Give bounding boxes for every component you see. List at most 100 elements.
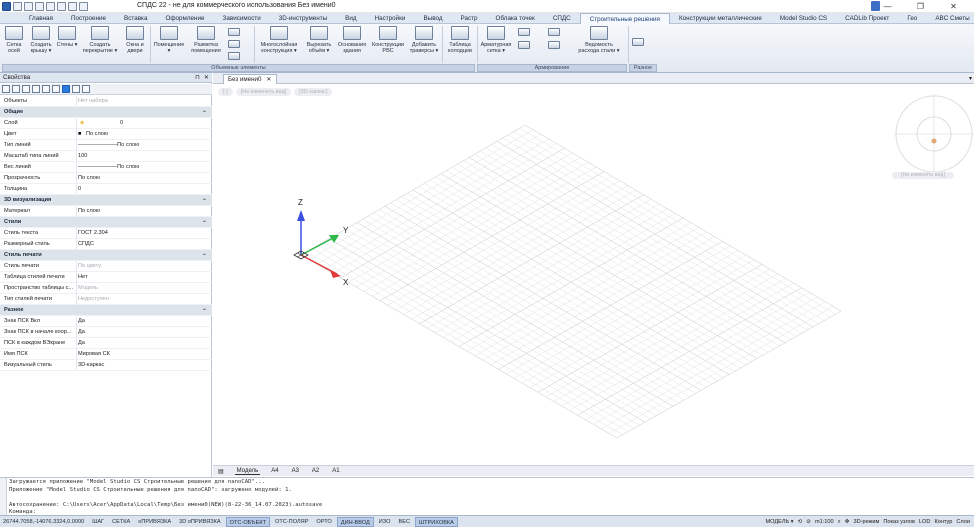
command-window-grip[interactable]: [0, 478, 7, 516]
model-space-dropdown[interactable]: МОДЕЛЬ ▾: [765, 519, 793, 525]
view-pill[interactable]: [Не изменить вид]: [235, 88, 292, 96]
add-traverses-button[interactable]: Добавить траверсы ▾: [408, 26, 440, 54]
lock-icon[interactable]: ⊘: [806, 519, 811, 525]
property-value[interactable]: ———————По слою: [78, 140, 139, 151]
layout-tab-model[interactable]: Модель: [234, 468, 261, 475]
tab-dropdown-icon[interactable]: ▾: [969, 75, 972, 82]
close-window-button[interactable]: ✕: [937, 1, 970, 12]
viewcube-label[interactable]: [Не изменить вид]: [892, 172, 954, 179]
property-value[interactable]: ГОСТ 2.304: [78, 228, 108, 239]
model-space-canvas[interactable]: Z Y X: [213, 84, 974, 465]
toggle-lineweight[interactable]: ВЕС: [395, 517, 413, 527]
property-section-header[interactable]: Стиль печати −: [0, 250, 212, 261]
create-slab-button[interactable]: Создать перекрытие ▾: [80, 26, 120, 54]
property-row[interactable]: Имя ПСК Мировая СК: [0, 349, 212, 360]
property-row[interactable]: Размерный стиль СПДС: [0, 239, 212, 250]
tab-point-clouds[interactable]: Облака точек: [487, 13, 544, 24]
property-row[interactable]: Стиль печати По цвету: [0, 261, 212, 272]
toggle-ortho[interactable]: ОРТО: [313, 517, 334, 527]
filter-icon[interactable]: [32, 85, 40, 93]
properties-icon[interactable]: [52, 85, 60, 93]
maximize-button[interactable]: ❐: [904, 1, 937, 12]
open-file-icon[interactable]: [24, 2, 33, 11]
property-value[interactable]: Мировая СК: [78, 349, 110, 360]
tab-spds[interactable]: СПДС: [544, 13, 580, 24]
new-file-icon[interactable]: [13, 2, 22, 11]
property-row[interactable]: Материал По слою: [0, 206, 212, 217]
windows-doors-button[interactable]: Окна и двери: [122, 26, 148, 54]
property-section-header[interactable]: Разное −: [0, 305, 212, 316]
mode-3d-toggle[interactable]: 3D-режим: [853, 519, 879, 525]
layout-tab-a4[interactable]: A4: [269, 468, 280, 474]
rvs-structures-button[interactable]: Конструкции РВС: [370, 26, 406, 54]
toggle-polar[interactable]: ОТС-ПОЛЯР: [272, 517, 311, 527]
small-tool-icon[interactable]: [228, 40, 240, 48]
property-row[interactable]: Цвет ■ По слою: [0, 129, 212, 140]
collapse-icon[interactable]: −: [203, 305, 206, 316]
rebar-tool-icon[interactable]: [548, 28, 560, 36]
tab-output[interactable]: Вывод: [414, 13, 451, 24]
quick-select-icon[interactable]: [2, 85, 10, 93]
create-roof-button[interactable]: Создать крышу ▾: [28, 26, 54, 54]
layout-tab-a1[interactable]: A1: [330, 468, 341, 474]
viewport-menu-pill[interactable]: [-]: [218, 88, 233, 96]
pan-icon[interactable]: ✥: [845, 519, 850, 525]
wells-table-button[interactable]: Таблица колодцев: [445, 26, 475, 54]
property-row[interactable]: Толщина 0: [0, 184, 212, 195]
layout-tab-a2[interactable]: A2: [310, 468, 321, 474]
property-value[interactable]: По слою: [78, 206, 100, 217]
tab-view[interactable]: Вид: [336, 13, 365, 24]
property-section-header[interactable]: Стили −: [0, 217, 212, 228]
toggle-hatch[interactable]: ШТРИХОВКА: [415, 516, 458, 527]
tab-annotate[interactable]: Оформление: [156, 13, 213, 24]
tab-building-solutions[interactable]: Строительные решения: [579, 12, 670, 24]
close-icon[interactable]: ✕: [204, 73, 209, 83]
expand-icon[interactable]: [62, 85, 70, 93]
rebar-line-icon[interactable]: [518, 28, 530, 36]
drawing-viewport[interactable]: Z Y X [-] [Не изменить вид] [3D-каркас] …: [213, 84, 974, 465]
property-row[interactable]: Визуальный стиль 3D-каркас: [0, 360, 212, 371]
tab-draw[interactable]: Построение: [62, 13, 115, 24]
document-tab[interactable]: Без имени0 ✕: [223, 74, 277, 84]
sort-icon[interactable]: [42, 85, 50, 93]
clear-icon[interactable]: [72, 85, 80, 93]
walls-button[interactable]: Стены ▾: [56, 26, 78, 48]
toggle-iso[interactable]: ИЗО: [376, 517, 394, 527]
collapse-icon[interactable]: −: [203, 195, 206, 206]
visual-style-pill[interactable]: [3D-каркас]: [294, 88, 333, 96]
undo-icon[interactable]: [57, 2, 66, 11]
tab-model-studio[interactable]: Model Studio CS: [771, 13, 836, 24]
rebar-mesh-button[interactable]: Арматурная сетка ▾: [479, 26, 513, 54]
print-icon[interactable]: [79, 2, 88, 11]
property-value[interactable]: 3D-каркас: [78, 360, 104, 371]
steel-consumption-button[interactable]: Ведомость расхода стали ▾: [576, 26, 622, 54]
property-value[interactable]: 100: [78, 151, 87, 162]
property-value[interactable]: Нет: [78, 272, 88, 283]
lod-toggle[interactable]: LOD: [919, 519, 931, 525]
small-tool-icon[interactable]: [228, 28, 240, 36]
property-row[interactable]: Пространство таблицы с... Модель: [0, 283, 212, 294]
toggle-pickadd-icon[interactable]: [22, 85, 30, 93]
save-as-icon[interactable]: [46, 2, 55, 11]
property-row[interactable]: Знак ПСК в начале коор... Да: [0, 327, 212, 338]
redo-icon[interactable]: [68, 2, 77, 11]
property-row[interactable]: Объекты Нет набора: [0, 96, 212, 107]
close-tab-icon[interactable]: ✕: [266, 76, 271, 83]
property-row[interactable]: Прозрачность По слою: [0, 173, 212, 184]
tab-settings[interactable]: Настройки: [366, 13, 415, 24]
multilayer-construction-button[interactable]: Многослойная конструкция ▾: [257, 26, 301, 54]
property-row[interactable]: Стиль текста ГОСТ 2.304: [0, 228, 212, 239]
tab-steel-structures[interactable]: Конструкции металлические: [670, 13, 771, 24]
help-icon[interactable]: [82, 85, 90, 93]
tab-insert[interactable]: Вставка: [115, 13, 156, 24]
property-value[interactable]: Да: [78, 338, 85, 349]
layers-toggle[interactable]: Слои: [956, 519, 970, 525]
zoom-icon[interactable]: ⌕: [838, 519, 841, 526]
collapse-icon[interactable]: −: [203, 217, 206, 228]
tab-3d-tools[interactable]: 3D-инструменты: [270, 13, 336, 24]
tab-home[interactable]: Главная: [20, 13, 62, 24]
property-row[interactable]: Знак ПСК Вкл Да: [0, 316, 212, 327]
tab-geo[interactable]: Гео: [898, 13, 926, 24]
room-markup-button[interactable]: Разметка помещения: [189, 26, 223, 54]
property-value[interactable]: По слою: [86, 129, 108, 140]
